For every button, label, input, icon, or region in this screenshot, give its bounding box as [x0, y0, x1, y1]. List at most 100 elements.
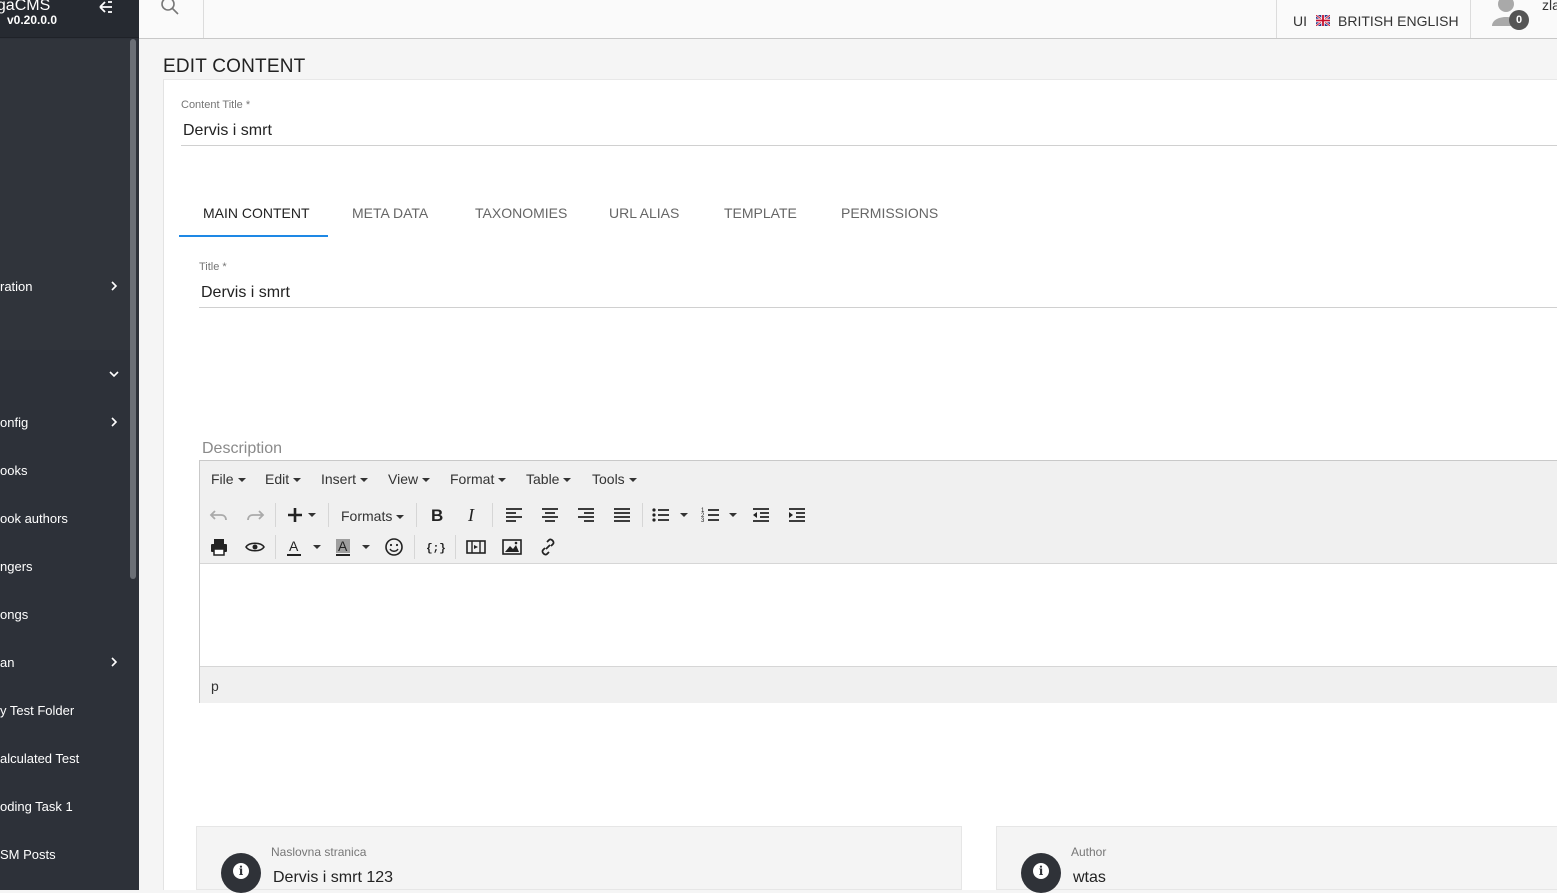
chevron-right-icon [111, 281, 118, 291]
numbered-list-icon[interactable]: 123 [699, 503, 723, 527]
active-tab-indicator [179, 235, 328, 237]
sidebar-item-config[interactable]: onfig [0, 404, 130, 440]
indent-icon[interactable] [785, 503, 809, 527]
sidebar-item-book-authors[interactable]: ook authors [0, 500, 130, 536]
search-icon[interactable] [160, 0, 180, 16]
menu-edit[interactable]: Edit [265, 471, 302, 487]
sidebar-item-books[interactable]: ooks [0, 452, 130, 488]
formats-dropdown[interactable]: Formats [341, 508, 405, 524]
sidebar-item-label: SM Posts [0, 846, 56, 862]
editor-toolbar: Formats B I 123 A A {;} [200, 496, 1557, 564]
tab-template[interactable]: TEMPLATE [724, 205, 797, 221]
align-center-icon[interactable] [538, 503, 562, 527]
naslovna-stranica-value[interactable]: Dervis i smrt 123 [273, 869, 393, 887]
tab-taxonomies[interactable]: TAXONOMIES [475, 205, 567, 221]
insert-plus-icon[interactable] [283, 503, 307, 527]
caret-down-icon [498, 478, 507, 483]
menu-view[interactable]: View [388, 471, 431, 487]
toolbar-separator [328, 503, 329, 527]
menu-format[interactable]: Format [450, 471, 507, 487]
sidebar-item-label: an [0, 654, 15, 670]
svg-text:3: 3 [701, 518, 705, 524]
preview-icon[interactable] [243, 535, 267, 559]
author-value[interactable]: wtas [1073, 869, 1106, 887]
media-icon[interactable] [464, 535, 488, 559]
outdent-icon[interactable] [749, 503, 773, 527]
redo-icon[interactable] [243, 503, 267, 527]
sidebar-item-calculated-test[interactable]: alculated Test [0, 740, 130, 776]
sidebar-item-test-folder[interactable]: y Test Folder [0, 692, 130, 728]
align-justify-icon[interactable] [610, 503, 634, 527]
ui-label: UI [1293, 13, 1307, 29]
sidebar-item-group[interactable] [0, 356, 130, 392]
caret-down-icon [360, 478, 369, 483]
chevron-right-icon [111, 657, 118, 667]
content-title-underline [181, 145, 1557, 146]
bold-icon[interactable]: B [425, 503, 449, 527]
page-title: EDIT CONTENT [163, 56, 306, 77]
menu-edit-label: Edit [265, 471, 290, 487]
svg-text:A: A [338, 538, 348, 554]
align-left-icon[interactable] [502, 503, 526, 527]
caret-down-icon[interactable] [313, 545, 321, 549]
language-selector[interactable]: UI BRITISH ENGLISH [1276, 0, 1471, 38]
code-icon[interactable]: {;} [423, 535, 447, 559]
tab-meta-data[interactable]: META DATA [352, 205, 428, 221]
menu-insert-label: Insert [321, 471, 357, 487]
toolbar-separator [455, 535, 456, 559]
toolbar-separator [642, 503, 643, 527]
menu-table[interactable]: Table [526, 471, 572, 487]
emoticon-icon[interactable] [382, 535, 406, 559]
sidebar-scrollbar[interactable] [130, 39, 136, 579]
menu-tools[interactable]: Tools [592, 471, 637, 487]
menu-file[interactable]: File [211, 471, 246, 487]
text-color-icon[interactable]: A [282, 535, 306, 559]
element-path[interactable]: p [211, 678, 219, 694]
toolbar-separator [275, 503, 276, 527]
sidebar-item-coding-task[interactable]: oding Task 1 [0, 788, 130, 824]
tab-url-alias[interactable]: URL ALIAS [609, 205, 679, 221]
menu-insert[interactable]: Insert [321, 471, 369, 487]
image-icon[interactable] [500, 535, 524, 559]
user-name[interactable]: zla [1542, 0, 1557, 13]
sidebar-item-sm-posts[interactable]: SM Posts [0, 836, 130, 872]
naslovna-stranica-card: i Naslovna stranica Dervis i smrt 123 [196, 826, 962, 893]
title-input[interactable]: Dervis i smrt [201, 284, 290, 302]
content-title-input[interactable]: Dervis i smrt [183, 122, 272, 140]
print-icon[interactable] [207, 535, 231, 559]
sidebar-item-configuration[interactable]: ration [0, 268, 130, 304]
formats-label: Formats [341, 508, 393, 524]
svg-text:I: I [467, 505, 475, 525]
sidebar-item-an[interactable]: an [0, 644, 130, 680]
caret-down-icon[interactable] [729, 513, 737, 517]
tab-permissions[interactable]: PERMISSIONS [841, 205, 938, 221]
menu-file-label: File [211, 471, 234, 487]
tab-main-content[interactable]: MAIN CONTENT [203, 205, 310, 221]
caret-down-icon[interactable] [308, 513, 316, 517]
caret-down-icon[interactable] [362, 545, 370, 549]
sidebar-item-label: oding Task 1 [0, 798, 73, 814]
title-underline [199, 307, 1557, 308]
editor-content-area[interactable] [200, 565, 1557, 666]
menu-view-label: View [388, 471, 419, 487]
caret-down-icon[interactable] [680, 513, 688, 517]
background-color-icon[interactable]: A [331, 535, 355, 559]
toolbar-separator [414, 535, 415, 559]
caret-down-icon [628, 478, 637, 483]
undo-icon[interactable] [207, 503, 231, 527]
collapse-sidebar-icon[interactable] [97, 0, 115, 16]
sidebar-item-label: ook authors [0, 510, 68, 526]
info-icon[interactable]: i [1021, 853, 1061, 893]
sidebar-item-songs[interactable]: ongs [0, 596, 130, 632]
caret-down-icon [237, 478, 246, 483]
sidebar-item-singers[interactable]: ngers [0, 548, 130, 584]
italic-icon[interactable]: I [461, 503, 485, 527]
sidebar-item-label: ngers [0, 558, 33, 574]
naslovna-stranica-label: Naslovna stranica [271, 845, 367, 859]
info-icon[interactable]: i [221, 853, 261, 893]
link-icon[interactable] [536, 535, 560, 559]
caret-down-icon [563, 478, 572, 483]
bullet-list-icon[interactable] [649, 503, 673, 527]
uk-flag-icon [1316, 15, 1330, 26]
align-right-icon[interactable] [574, 503, 598, 527]
